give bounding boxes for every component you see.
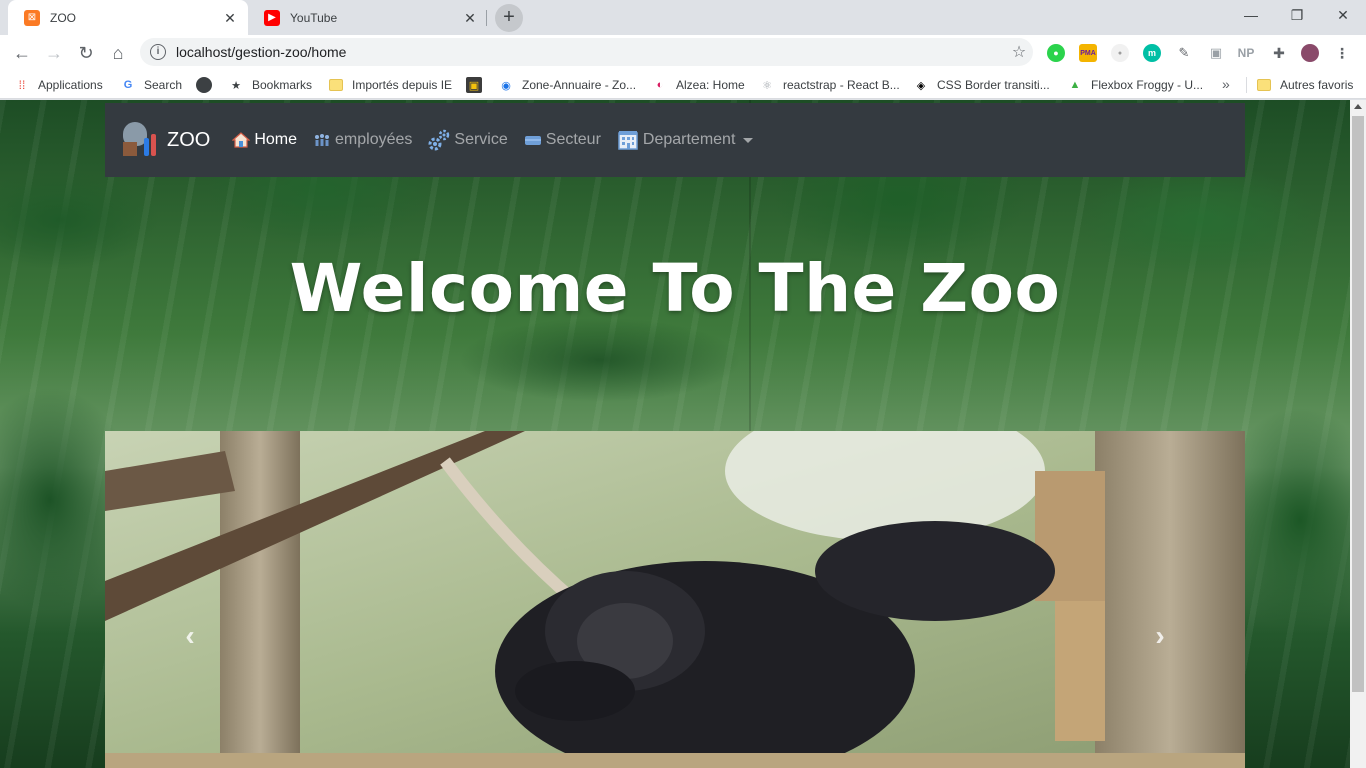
bookmark-label: Flexbox Froggy - U... [1091,78,1204,92]
bookmark-alzea[interactable]: ◐ Alzea: Home [652,76,745,94]
close-icon[interactable]: ✕ [462,10,478,26]
tab-title: YouTube [290,10,338,25]
sector-icon [524,131,542,149]
bookmark-star-icon[interactable]: ☆ [1005,42,1033,62]
bookmark-other-favorites[interactable]: Autres favoris [1256,76,1353,94]
bookmark-label: Bookmarks [252,78,313,92]
bookmark-label: Search [144,78,183,92]
puzzle-icon[interactable]: ✚ [1270,44,1288,62]
star-icon: ★ [231,79,241,92]
youtube-icon: ▶ [264,9,280,26]
nav-home[interactable]: Home [231,131,298,149]
url-text[interactable]: localhost/gestion-zoo/home [176,44,1005,60]
hero-title: Welcome To The Zoo [289,250,1061,327]
bookmark-zone-annuaire[interactable]: ◉ Zone-Annuaire - Zo... [498,76,636,94]
house-icon [231,131,251,149]
carousel-next-button[interactable]: › [1145,621,1175,651]
bookmark-extension[interactable]: ▣ [466,76,490,94]
extension-square-icon[interactable]: ▣ [1207,44,1225,62]
carousel: ‹ › [105,431,1245,768]
address-bar[interactable]: i localhost/gestion-zoo/home ☆ [140,38,1033,66]
tab-title: ZOO [50,10,76,25]
extension-gray-icon[interactable]: ● [1111,44,1129,62]
tab-zoo[interactable]: ⊠ ZOO ✕ [8,0,248,35]
bookmark-label: Importés depuis IE [352,78,453,92]
extension-m-icon[interactable]: m [1143,44,1161,62]
nav-label: Home [254,131,298,148]
nav-service[interactable]: Service [428,129,508,151]
page-scrollbar[interactable] [1350,100,1366,768]
page-viewport: ZOO Home employées Service Secteur Depar… [0,100,1350,768]
gorilla-slide-image [105,431,1245,768]
reload-button[interactable]: ↻ [72,39,100,67]
people-icon [313,131,331,149]
avatar[interactable] [1301,44,1319,62]
info-icon[interactable]: i [150,44,166,60]
nav-label: Secteur [545,131,601,148]
minimize-button[interactable]: — [1228,0,1274,30]
nav-departement-dropdown[interactable]: Departement [617,129,754,151]
tab-divider [486,10,487,26]
bookmarks-overflow-button[interactable]: » [1222,76,1230,92]
nav-label: Departement [642,131,736,148]
brand-name: ZOO [167,128,211,151]
bookmarks-bar: ⁞⁞ Applications G Search ★ Bookmarks Imp… [0,70,1366,99]
navbar: ZOO Home employées Service Secteur Depar… [105,103,1245,177]
menu-kebab-icon[interactable]: ⋮ [1333,44,1351,62]
frog-icon: ▲ [1069,79,1081,91]
bookmark-label: Zone-Annuaire - Zo... [522,78,637,92]
bookmark-reactstrap[interactable]: ⚛ reactstrap - React B... [759,76,900,94]
bookmark-label: Alzea: Home [676,78,745,92]
restore-button[interactable]: ❐ [1274,0,1320,30]
bookmark-applications[interactable]: ⁞⁞ Applications [14,76,103,94]
extension-green-icon[interactable]: ● [1047,44,1065,62]
nav-employees[interactable]: employées [313,131,412,149]
codepen-icon: ◈ [916,79,926,92]
bookmarks-divider [1246,77,1247,93]
eyedropper-icon[interactable]: ✎ [1175,44,1193,62]
forward-button[interactable]: → [40,39,68,67]
google-icon: G [123,79,133,91]
zoo-logo-icon [123,122,157,158]
bookmark-circle[interactable] [196,76,220,94]
bookmark-css-border[interactable]: ◈ CSS Border transiti... [913,76,1050,94]
close-window-button[interactable]: ✕ [1320,0,1366,30]
nav-secteur[interactable]: Secteur [524,131,601,149]
folder-icon [1256,77,1272,93]
xampp-icon: ⊠ [24,9,40,26]
bookmark-label: reactstrap - React B... [783,78,900,92]
tab-strip: ⊠ ZOO ✕ ▶ YouTube ✕ + — ❐ ✕ [0,0,1366,35]
home-button[interactable]: ⌂ [104,39,132,67]
extension-np-icon[interactable]: NP [1237,44,1255,62]
circle-icon [196,77,212,93]
globe-icon: ◉ [501,79,511,92]
phpmyadmin-icon[interactable]: PMA [1079,44,1097,62]
nav-label: employées [335,131,413,148]
browser-toolbar: ← → ↻ ⌂ i localhost/gestion-zoo/home ☆ ●… [0,35,1366,70]
bookmark-search[interactable]: G Search [120,76,182,94]
new-tab-button[interactable]: + [495,4,523,32]
carousel-prev-button[interactable]: ‹ [175,621,205,651]
brand-link[interactable]: ZOO [123,122,210,158]
chevron-down-icon [743,137,754,143]
tab-youtube[interactable]: ▶ YouTube ✕ [248,0,488,35]
bookmark-label: CSS Border transiti... [937,78,1050,92]
apps-grid-icon: ⁞⁞ [18,78,26,92]
folder-icon [328,77,344,93]
scroll-up-arrow-icon[interactable] [1354,104,1362,109]
bookmark-label: Autres favoris [1280,78,1354,92]
building-icon [617,129,639,151]
nav-label: Service [454,131,508,148]
close-icon[interactable]: ✕ [222,10,238,26]
bookmark-flexbox-froggy[interactable]: ▲ Flexbox Froggy - U... [1067,76,1203,94]
scrollbar-thumb[interactable] [1352,116,1364,692]
extension-icon: ▣ [466,77,482,93]
bookmark-bookmarks[interactable]: ★ Bookmarks [228,76,312,94]
gears-icon [428,129,450,151]
react-icon: ⚛ [762,79,772,92]
bookmark-folder-ie[interactable]: Importés depuis IE [328,76,452,94]
alzea-icon: ◐ [656,79,664,91]
back-button[interactable]: ← [8,39,36,67]
bookmark-label: Applications [38,78,103,92]
